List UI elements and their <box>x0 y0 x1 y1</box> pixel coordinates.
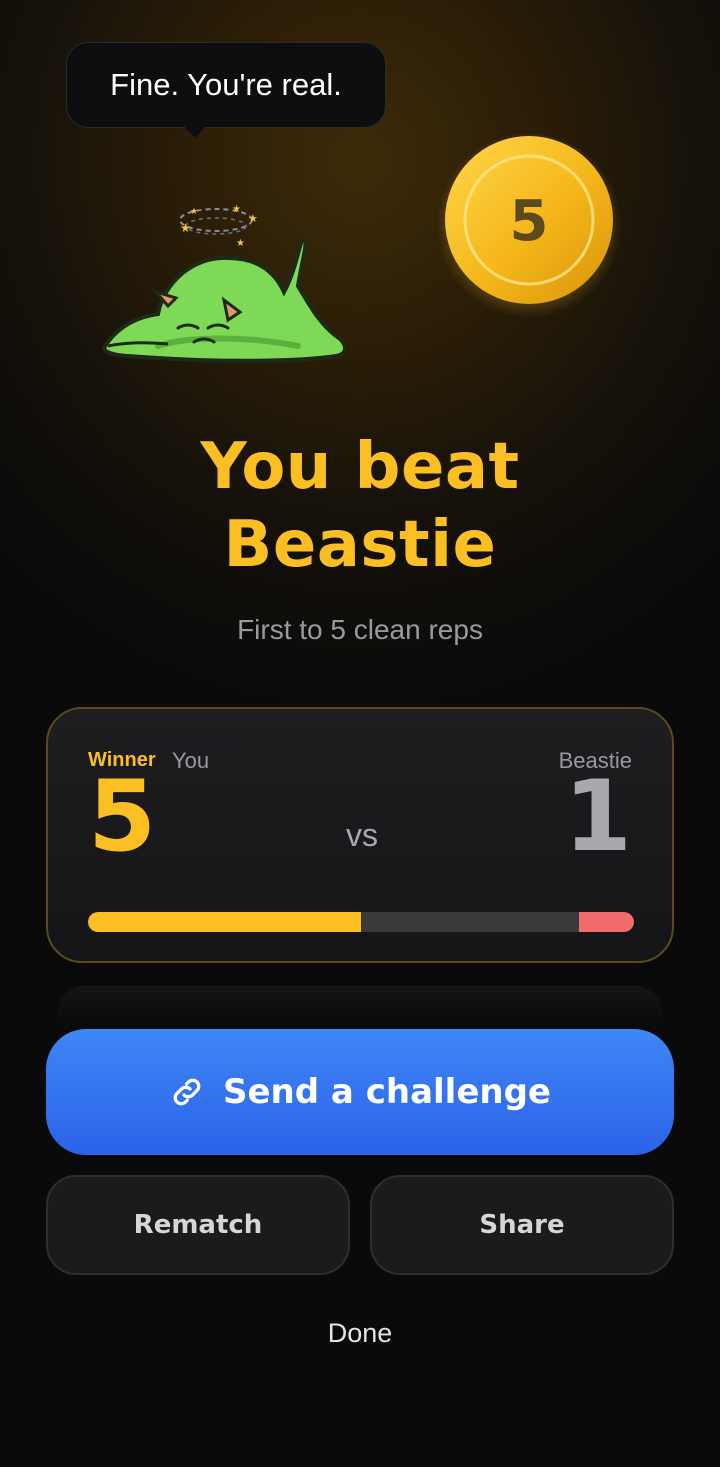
send-challenge-label: Send a challenge <box>223 1072 551 1112</box>
share-label: Share <box>479 1210 565 1240</box>
svg-text:★: ★ <box>232 204 241 215</box>
scoreboard-card: Winner You Beastie 5 vs 1 <box>46 707 674 963</box>
rematch-button[interactable]: Rematch <box>46 1175 350 1275</box>
svg-text:★: ★ <box>180 221 191 235</box>
score-progress-bar <box>88 912 634 932</box>
send-challenge-button[interactable]: Send a challenge <box>46 1029 674 1155</box>
player-progress-fill <box>88 912 361 932</box>
headline-line-2: Beastie <box>223 508 497 582</box>
coin-value: 5 <box>510 189 549 254</box>
result-subtitle: First to 5 clean reps <box>237 614 483 645</box>
opponent-score: 1 <box>563 760 632 874</box>
speech-bubble-tail <box>184 126 206 138</box>
svg-text:★: ★ <box>236 238 245 249</box>
player-label: You <box>172 748 210 773</box>
done-button[interactable]: Done <box>0 1318 720 1349</box>
rematch-label: Rematch <box>133 1210 263 1240</box>
speech-bubble-text: Fine. You're real. <box>110 67 342 102</box>
speech-bubble: Fine. You're real. <box>66 42 386 128</box>
svg-text:★: ★ <box>248 212 258 225</box>
result-headline: You beat Beastie <box>0 428 720 584</box>
share-button[interactable]: Share <box>370 1175 674 1275</box>
opponent-progress-fill <box>579 912 634 932</box>
headline-line-1: You beat <box>200 430 520 504</box>
svg-text:★: ★ <box>190 207 198 217</box>
coin-icon: 5 <box>436 132 622 318</box>
dizzy-monster-icon: ★ ★ ★ ★ ★ <box>101 204 347 363</box>
background-card-fade <box>58 986 662 1026</box>
link-icon <box>173 1078 201 1106</box>
